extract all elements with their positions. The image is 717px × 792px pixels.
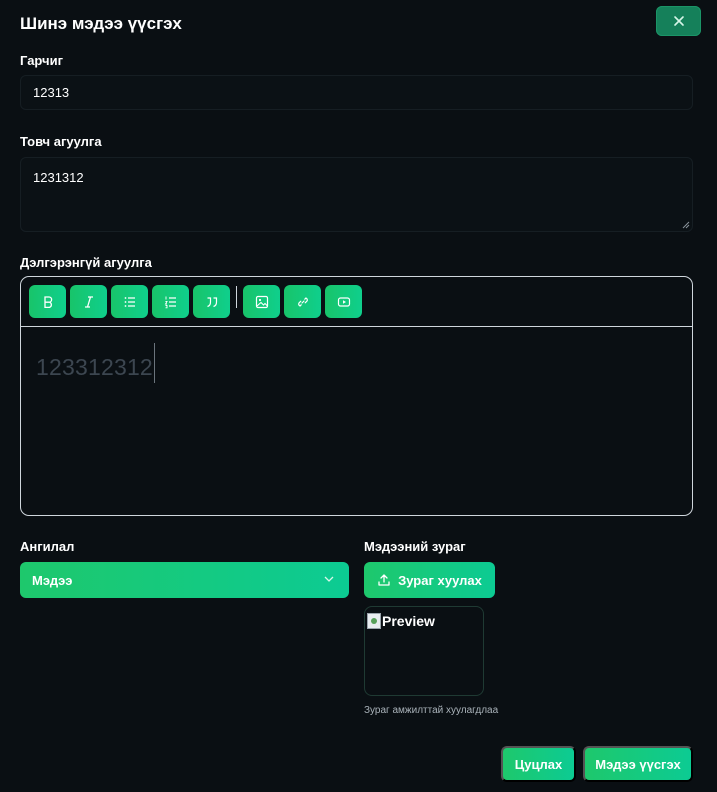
- category-label: Ангилал: [20, 539, 75, 554]
- italic-icon: [84, 295, 93, 308]
- bold-icon: [43, 295, 52, 308]
- chevron-down-icon: [324, 576, 334, 582]
- upload-image-label: Зураг хуулах: [398, 572, 482, 588]
- upload-status-text: Зураг амжилттай хуулагдлаа: [364, 705, 499, 716]
- preview-alt-text: Preview: [382, 613, 435, 629]
- image-button[interactable]: [243, 285, 280, 318]
- upload-image-button[interactable]: Зураг хуулах: [364, 562, 495, 598]
- content-label: Дэлгэрэнгүй агуулга: [20, 255, 152, 270]
- summary-label: Товч агуулга: [20, 134, 102, 149]
- broken-image-icon: [367, 613, 381, 629]
- bullet-list-icon: [124, 296, 135, 307]
- video-icon: [337, 296, 350, 307]
- bold-button[interactable]: [29, 285, 66, 318]
- text-caret: [153, 343, 155, 383]
- ordered-list-icon: [164, 296, 176, 308]
- quote-icon: [206, 296, 217, 307]
- editor-text: 123312312: [36, 354, 153, 381]
- ordered-list-button[interactable]: [152, 285, 189, 318]
- rich-text-editor[interactable]: 123312312: [20, 276, 693, 516]
- toolbar-separator: [236, 286, 237, 308]
- editor-content[interactable]: 123312312: [21, 327, 692, 411]
- link-button[interactable]: [284, 285, 321, 318]
- upload-icon: [378, 574, 390, 586]
- summary-text: 1231312: [33, 170, 84, 185]
- news-image-label: Мэдээний зураг: [364, 539, 466, 554]
- create-news-button[interactable]: Мэдээ үүсгэх: [583, 746, 693, 782]
- close-button[interactable]: [656, 6, 701, 36]
- bullet-list-button[interactable]: [111, 285, 148, 318]
- title-input[interactable]: [20, 75, 693, 110]
- quote-button[interactable]: [193, 285, 230, 318]
- close-icon: [673, 16, 684, 26]
- cancel-button[interactable]: Цуцлах: [501, 746, 576, 782]
- italic-button[interactable]: [70, 285, 107, 318]
- image-preview: Preview: [364, 606, 484, 696]
- video-button[interactable]: [325, 285, 362, 318]
- preview-alt: Preview: [367, 613, 435, 629]
- category-select[interactable]: Мэдээ: [20, 562, 349, 598]
- category-selected-value: Мэдээ: [32, 572, 73, 588]
- resize-grip-icon[interactable]: [682, 221, 690, 229]
- title-label: Гарчиг: [20, 53, 63, 68]
- image-icon: [255, 295, 268, 308]
- summary-textarea[interactable]: 1231312: [20, 157, 693, 232]
- link-icon: [297, 296, 308, 307]
- editor-toolbar: [21, 277, 692, 327]
- modal-title: Шинэ мэдээ үүсгэх: [20, 14, 182, 33]
